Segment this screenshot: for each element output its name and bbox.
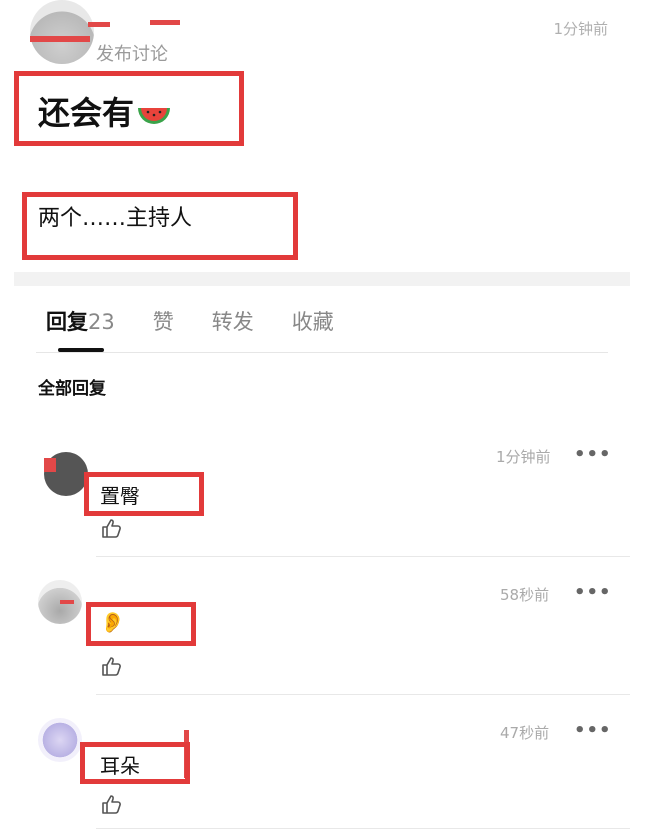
reply-time: 58秒前	[500, 586, 550, 604]
section-title: 全部回复	[38, 379, 106, 399]
post-subtitle: 发布讨论	[96, 44, 168, 65]
tab-replies-label: 回复	[46, 310, 88, 334]
tab-reposts[interactable]: 转发	[212, 306, 254, 340]
watermelon-icon	[138, 108, 171, 124]
redacted-username	[30, 36, 90, 42]
post-time: 1分钟前	[553, 20, 608, 38]
post-title: 还会有	[38, 88, 172, 134]
redacted-username	[60, 600, 74, 604]
more-options-button[interactable]: •••	[574, 720, 612, 741]
reply-divider	[96, 694, 630, 695]
author-avatar[interactable]	[30, 0, 94, 64]
thumbs-up-icon[interactable]	[100, 792, 124, 816]
tab-replies-count: 23	[88, 310, 115, 334]
more-options-button[interactable]: •••	[574, 582, 612, 603]
reply-text: 耳朵	[100, 754, 140, 778]
tab-likes[interactable]: 赞	[153, 306, 174, 340]
tab-bar: 回复23 赞 转发 收藏	[46, 306, 372, 340]
post-title-text: 还会有	[38, 94, 135, 132]
reply-text: 置臀	[100, 484, 140, 508]
redacted-username	[44, 458, 56, 472]
reply-divider	[96, 828, 630, 829]
more-options-button[interactable]: •••	[574, 444, 612, 465]
reply-text: 👂	[100, 610, 125, 634]
tab-divider	[36, 352, 608, 353]
reply-divider	[96, 556, 630, 557]
reply-time: 47秒前	[500, 724, 550, 742]
reply-time: 1分钟前	[496, 448, 551, 466]
tab-replies[interactable]: 回复23	[46, 306, 115, 340]
redacted-username-mark	[150, 20, 180, 25]
redacted-username-mark	[88, 22, 110, 27]
tab-favorites[interactable]: 收藏	[292, 306, 334, 340]
thumbs-up-icon[interactable]	[100, 516, 124, 540]
section-separator	[14, 272, 630, 286]
thumbs-up-icon[interactable]	[100, 654, 124, 678]
post-body: 两个……主持人	[38, 206, 193, 231]
reply-avatar[interactable]	[38, 718, 82, 762]
